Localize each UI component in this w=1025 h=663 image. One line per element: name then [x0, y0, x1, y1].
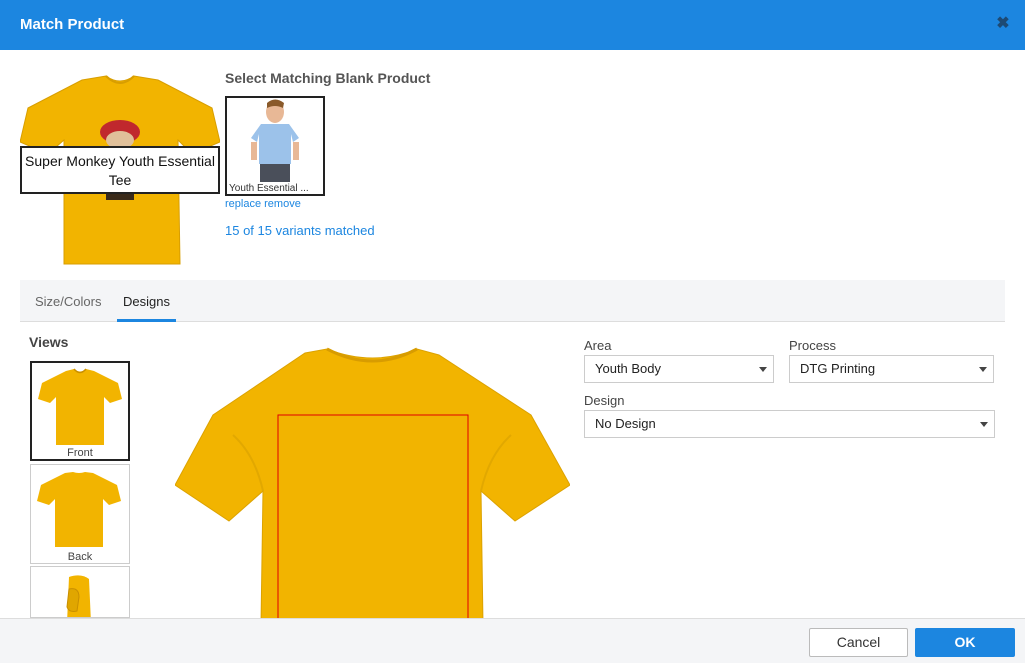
- area-label: Area: [584, 338, 612, 353]
- views-title: Views: [29, 334, 69, 350]
- area-select[interactable]: Youth Body: [584, 355, 774, 383]
- replace-link[interactable]: replace: [225, 198, 261, 210]
- view-back[interactable]: Back: [30, 464, 130, 564]
- blank-links: replace remove: [225, 198, 301, 210]
- design-value: No Design: [595, 416, 656, 431]
- ok-button[interactable]: OK: [915, 628, 1015, 657]
- process-label: Process: [789, 338, 836, 353]
- blank-product-card[interactable]: Youth Essential ...: [225, 96, 325, 196]
- chevron-down-icon: [980, 422, 988, 427]
- design-preview-shirt: [175, 347, 570, 625]
- remove-link[interactable]: remove: [264, 198, 301, 210]
- dialog-header: Match Product ✖: [0, 0, 1025, 50]
- select-blank-title: Select Matching Blank Product: [225, 70, 431, 86]
- back-shirt-thumbnail: [37, 472, 121, 547]
- blank-product-image: [251, 99, 299, 182]
- design-label: Design: [584, 393, 625, 408]
- view-back-label: Back: [67, 551, 93, 563]
- chevron-down-icon: [759, 367, 767, 372]
- view-front[interactable]: Front: [30, 361, 130, 461]
- design-select[interactable]: No Design: [584, 410, 995, 438]
- process-select[interactable]: DTG Printing: [789, 355, 994, 383]
- front-shirt-thumbnail: [38, 368, 122, 445]
- variants-matched-link[interactable]: 15 of 15 variants matched: [225, 223, 375, 238]
- blank-product-label: Youth Essential ...: [229, 183, 309, 194]
- tab-size-colors[interactable]: Size/Colors: [35, 280, 101, 322]
- match-product-dialog: Match Product ✖ Super Monkey Youth Essen…: [0, 0, 1025, 663]
- side-shirt-thumbnail: [66, 575, 91, 617]
- area-value: Youth Body: [595, 361, 662, 376]
- view-front-label: Front: [67, 447, 93, 459]
- tab-designs[interactable]: Designs: [117, 280, 176, 322]
- dialog-footer: Cancel OK: [0, 618, 1025, 663]
- dialog-title: Match Product: [20, 16, 125, 33]
- view-side[interactable]: [30, 566, 130, 618]
- cancel-button[interactable]: Cancel: [809, 628, 908, 657]
- tab-bar: Size/Colors Designs: [20, 280, 1005, 322]
- product-name: Super Monkey Youth Essential Tee: [20, 146, 220, 194]
- close-icon[interactable]: ✖: [995, 16, 1011, 32]
- chevron-down-icon: [979, 367, 987, 372]
- process-value: DTG Printing: [800, 361, 876, 376]
